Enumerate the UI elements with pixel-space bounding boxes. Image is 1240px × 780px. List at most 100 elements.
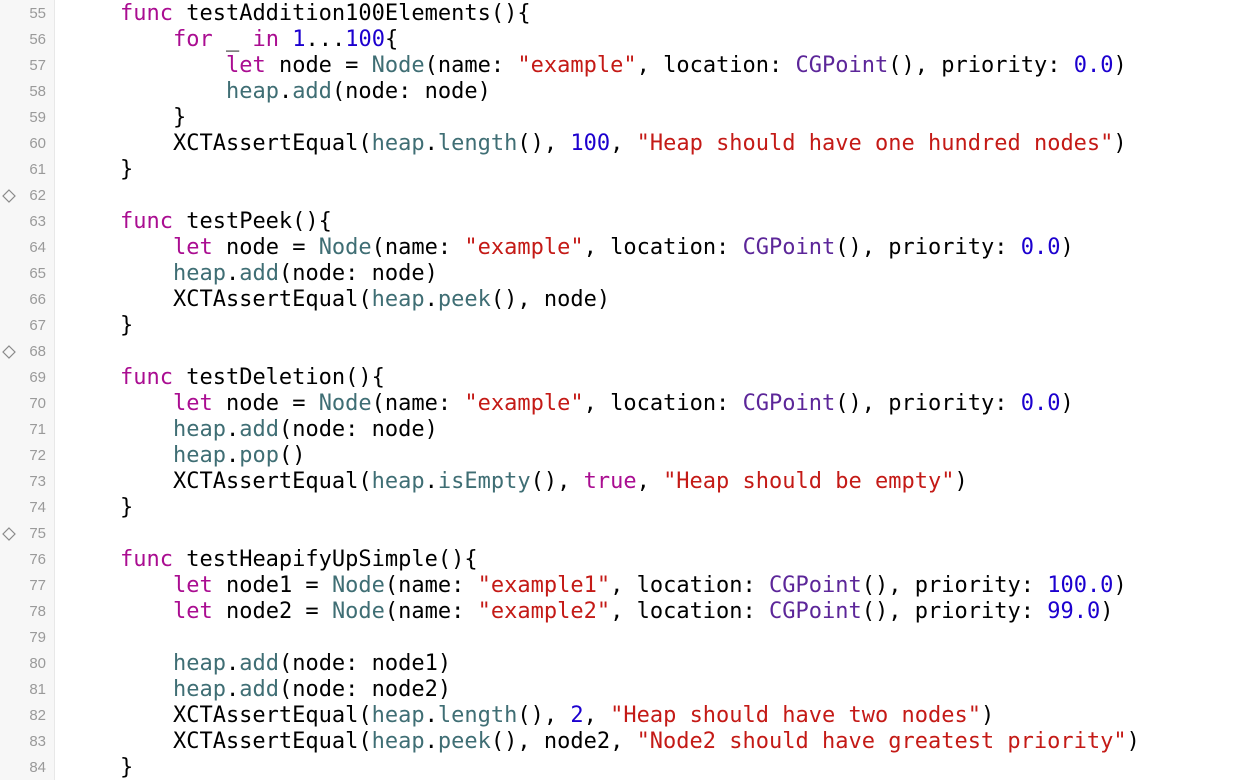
line-number: 66 [29,291,46,308]
code-text: } [67,105,186,131]
code-text: for _ in 1...100{ [67,27,398,53]
code-token: . [424,287,438,312]
line-number: 72 [29,447,46,464]
code-line[interactable]: 63 func testPeek(){ [0,209,1240,235]
code-token: heap [371,729,425,754]
code-token: func [119,209,173,234]
code-token: XCTAssertEqual( [67,131,372,156]
code-token: , location: [610,573,770,598]
code-line[interactable]: 74 } [0,495,1240,521]
code-text: heap.add(node: node) [67,79,491,105]
code-line[interactable]: 64 let node = Node(name: "example", loca… [0,235,1240,261]
code-token: (node: node2) [278,677,452,702]
code-token: (node: node) [278,261,438,286]
code-token: node2 = [212,599,332,624]
code-token: , location: [610,599,770,624]
code-line[interactable]: 61 } [0,157,1240,183]
code-line[interactable]: 80 heap.add(node: node1) [0,651,1240,677]
code-line[interactable]: 81 heap.add(node: node2) [0,677,1240,703]
line-number: 71 [29,421,46,438]
code-line[interactable]: 60 XCTAssertEqual(heap.length(), 100, "H… [0,131,1240,157]
code-token: let [172,573,213,598]
code-line[interactable]: 68 [0,339,1240,365]
code-line[interactable]: 77 let node1 = Node(name: "example1", lo… [0,573,1240,599]
code-token: add [239,417,279,442]
code-token: , [610,131,637,156]
line-number: 59 [29,109,46,126]
code-line[interactable]: 79 [0,625,1240,651]
test-diamond-icon[interactable] [2,527,16,541]
code-token: (node: node1) [278,651,452,676]
code-line[interactable]: 75 [0,521,1240,547]
code-token: "example" [464,235,584,260]
test-diamond-icon[interactable] [2,189,16,203]
line-number: 74 [29,499,46,516]
code-line[interactable]: 71 heap.add(node: node) [0,417,1240,443]
code-line[interactable]: 84 } [0,755,1240,780]
code-line[interactable]: 66 XCTAssertEqual(heap.peek(), node) [0,287,1240,313]
line-number: 76 [29,551,46,568]
code-token: 0.0 [1073,53,1114,78]
code-line[interactable]: 76 func testHeapifyUpSimple(){ [0,547,1240,573]
code-token: let [172,599,213,624]
code-token: in [252,27,279,52]
code-token: ... [305,27,346,52]
code-line[interactable]: 72 heap.pop() [0,443,1240,469]
code-line[interactable]: 67 } [0,313,1240,339]
code-token: func [119,365,173,390]
code-token: 100.0 [1047,573,1114,598]
code-text: func testAddition100Elements(){ [67,1,531,27]
code-token: ) [1100,599,1114,624]
code-token: . [225,651,240,676]
code-token: (name: [384,573,478,598]
line-number: 73 [29,473,46,490]
code-line[interactable]: 82 XCTAssertEqual(heap.length(), 2, "Hea… [0,703,1240,729]
code-token: testPeek(){ [172,209,332,234]
code-token: } [67,313,134,338]
code-token: () [278,443,306,468]
code-line[interactable]: 70 let node = Node(name: "example", loca… [0,391,1240,417]
code-token: ) [954,469,968,494]
code-line[interactable]: 65 heap.add(node: node) [0,261,1240,287]
code-token: (), node) [490,287,611,312]
code-line[interactable]: 69 func testDeletion(){ [0,365,1240,391]
code-editor[interactable]: 55 func testAddition100Elements(){56 for… [0,0,1240,780]
code-line[interactable]: 57 let node = Node(name: "example", loca… [0,53,1240,79]
code-text: XCTAssertEqual(heap.peek(), node) [67,287,610,313]
line-number: 70 [29,395,46,412]
line-number: 84 [29,759,46,776]
code-token: "Node2 should have greatest priority" [636,729,1127,754]
code-line[interactable]: 73 XCTAssertEqual(heap.isEmpty(), true, … [0,469,1240,495]
code-token: . [424,469,438,494]
line-number: 56 [29,31,46,48]
code-token: CGPoint [742,391,836,416]
code-line[interactable]: 83 XCTAssertEqual(heap.peek(), node2, "N… [0,729,1240,755]
code-text: } [67,495,133,521]
code-text: let node = Node(name: "example", locatio… [67,235,1074,261]
code-token: node = [212,391,319,416]
code-line[interactable]: 55 func testAddition100Elements(){ [0,1,1240,27]
code-line[interactable]: 78 let node2 = Node(name: "example2", lo… [0,599,1240,625]
code-text: let node1 = Node(name: "example1", locat… [67,573,1127,599]
code-token: heap [371,703,425,728]
code-token: pop [239,443,279,468]
line-number: 67 [29,317,46,334]
code-token: isEmpty [437,469,531,494]
code-text: let node2 = Node(name: "example2", locat… [67,599,1113,625]
code-token: heap [371,287,425,312]
code-line[interactable]: 56 for _ in 1...100{ [0,27,1240,53]
code-token: XCTAssertEqual( [67,729,372,754]
code-token: (name: [371,391,465,416]
code-text: heap.add(node: node2) [67,677,451,703]
code-token: 99.0 [1047,599,1101,624]
code-line[interactable]: 62 [0,183,1240,209]
code-token: . [225,677,240,702]
code-token: 0.0 [1020,235,1061,260]
test-diamond-icon[interactable] [2,345,16,359]
code-token: , location: [636,53,796,78]
code-line[interactable]: 58 heap.add(node: node) [0,79,1240,105]
code-line[interactable]: 59 } [0,105,1240,131]
